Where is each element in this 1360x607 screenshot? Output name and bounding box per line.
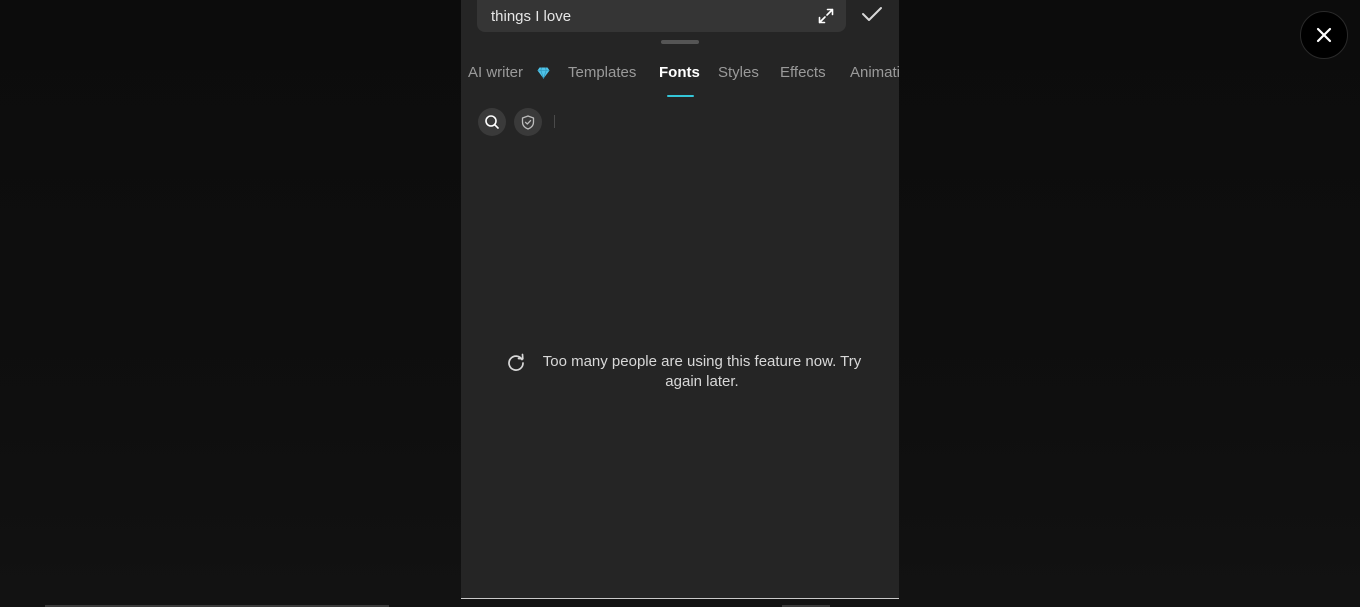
search-icon [485, 115, 499, 129]
favorite-fonts-button[interactable] [514, 108, 542, 136]
toolbar-divider [554, 115, 555, 128]
expand-button[interactable] [806, 0, 846, 34]
text-editor-panel: AI writer Templates Fonts Styles Effects… [461, 0, 899, 599]
tab-effects[interactable]: Effects [780, 56, 826, 92]
close-icon [1316, 27, 1332, 43]
checkmark-icon [862, 7, 882, 21]
close-button[interactable] [1300, 11, 1348, 59]
tab-animation[interactable]: Animati [850, 56, 899, 92]
tab-templates[interactable]: Templates [568, 56, 636, 92]
tab-styles[interactable]: Styles [718, 56, 759, 92]
tab-label: AI writer [468, 64, 524, 81]
tab-label: Fonts [659, 64, 700, 81]
drag-handle[interactable] [661, 40, 699, 44]
error-text: Too many people are using this feature n… [542, 353, 862, 390]
tab-label: Animati [850, 64, 899, 81]
tab-label: Effects [780, 64, 826, 81]
tab-label: Styles [718, 64, 759, 81]
tab-ai-writer[interactable]: AI writer [468, 56, 523, 92]
active-tab-indicator [667, 95, 694, 97]
tab-fonts[interactable]: Fonts [659, 56, 700, 92]
category-tabs: AI writer Templates Fonts Styles Effects… [461, 56, 899, 100]
error-message: Too many people are using this feature n… [501, 352, 871, 392]
tab-label: Templates [568, 64, 637, 81]
text-input[interactable] [491, 7, 806, 25]
text-input-container [477, 0, 846, 32]
confirm-button[interactable] [859, 2, 885, 26]
expand-icon [818, 8, 834, 24]
refresh-icon[interactable] [505, 352, 527, 374]
font-search-button[interactable] [478, 108, 506, 136]
gem-icon [537, 67, 550, 79]
shield-check-icon [521, 114, 535, 130]
